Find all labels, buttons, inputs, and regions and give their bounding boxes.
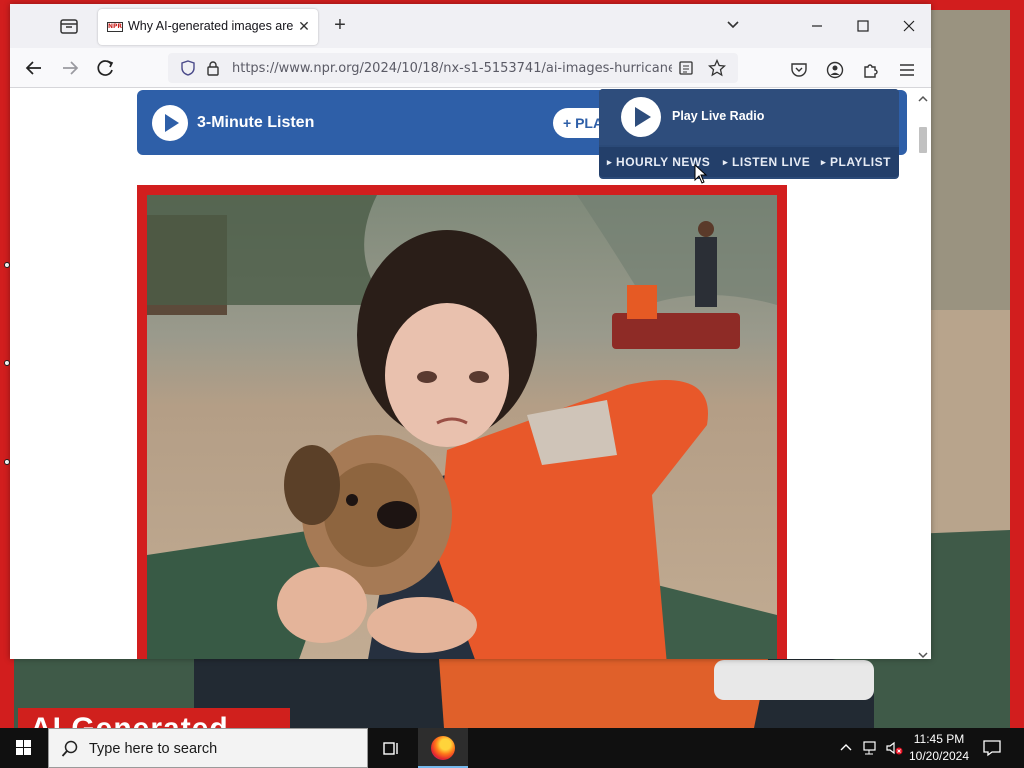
tab-active[interactable]: NPR Why AI-generated images are b ✕: [98, 9, 318, 45]
forward-arrow-icon[interactable]: [59, 58, 81, 78]
npr-favicon-icon: NPR: [107, 22, 123, 32]
listen-play-button[interactable]: [152, 105, 188, 141]
hamburger-menu-icon[interactable]: [898, 61, 916, 79]
lock-icon[interactable]: [206, 60, 220, 76]
show-hidden-icons-chevron-icon[interactable]: [838, 740, 854, 756]
task-view-icon[interactable]: [381, 738, 401, 758]
listen-label: 3-Minute Listen: [197, 114, 315, 131]
new-tab-icon[interactable]: +: [330, 15, 350, 36]
playlist-link[interactable]: PLAYLIST: [821, 155, 891, 169]
firefox-taskbar-button[interactable]: [418, 728, 468, 768]
system-clock[interactable]: 11:45 PM 10/20/2024: [906, 731, 972, 765]
navigation-toolbar: https://www.npr.org/2024/10/18/nx-s1-515…: [10, 48, 931, 88]
play-icon: [635, 107, 651, 127]
tab-close-icon[interactable]: ✕: [296, 18, 312, 34]
scrollbar-thumb[interactable]: [919, 127, 927, 153]
taskbar: Type here to search 11:45 PM 10/20/2024: [0, 728, 1024, 768]
live-radio-title[interactable]: Play Live Radio: [672, 109, 764, 123]
notifications-icon[interactable]: [982, 739, 1002, 757]
search-placeholder: Type here to search: [89, 741, 218, 757]
pocket-icon[interactable]: [790, 61, 808, 79]
bookmark-star-icon[interactable]: [707, 58, 727, 77]
chevron-down-icon[interactable]: [725, 17, 741, 33]
volume-muted-icon[interactable]: [885, 740, 903, 756]
firefox-icon: [431, 736, 455, 760]
scroll-down-arrow-icon[interactable]: [918, 647, 928, 659]
article-image: [147, 195, 777, 659]
tab-list-icon[interactable]: [58, 16, 80, 36]
window-minimize-button[interactable]: [802, 14, 832, 38]
live-radio-dropdown: Play Live Radio HOURLY NEWS LISTEN LIVE …: [599, 89, 899, 179]
tab-bar: NPR Why AI-generated images are b ✕ +: [10, 4, 931, 48]
back-arrow-icon[interactable]: [23, 58, 45, 78]
live-radio-links: HOURLY NEWS LISTEN LIVE PLAYLIST: [599, 147, 899, 177]
network-icon[interactable]: [862, 740, 880, 756]
window-close-button[interactable]: [894, 14, 924, 38]
clock-date: 10/20/2024: [908, 749, 970, 763]
extensions-puzzle-icon[interactable]: [862, 61, 880, 79]
play-icon: [165, 114, 179, 132]
reader-view-icon[interactable]: [678, 60, 694, 76]
clock-time: 11:45 PM: [913, 732, 965, 746]
taskbar-search-box[interactable]: Type here to search: [48, 728, 368, 768]
live-radio-play-button[interactable]: [621, 97, 661, 137]
url-text[interactable]: https://www.npr.org/2024/10/18/nx-s1-515…: [232, 61, 672, 76]
reload-icon[interactable]: [95, 58, 117, 78]
listen-live-link[interactable]: LISTEN LIVE: [723, 155, 810, 169]
vertical-scrollbar[interactable]: [915, 89, 931, 659]
url-bar[interactable]: https://www.npr.org/2024/10/18/nx-s1-515…: [168, 53, 738, 83]
window-maximize-button[interactable]: [848, 14, 878, 38]
tab-title: Why AI-generated images are b: [128, 19, 293, 33]
live-radio-header: Play Live Radio: [599, 89, 899, 145]
desktop-banner-text: AI Generated: [30, 712, 229, 728]
article-image-frame: [137, 185, 787, 659]
scroll-up-arrow-icon[interactable]: [918, 91, 928, 102]
windows-start-icon[interactable]: [0, 728, 48, 768]
search-icon: [61, 740, 79, 758]
tracking-shield-icon[interactable]: [180, 60, 196, 76]
account-icon[interactable]: [826, 61, 844, 79]
mouse-cursor-icon: [694, 163, 708, 184]
